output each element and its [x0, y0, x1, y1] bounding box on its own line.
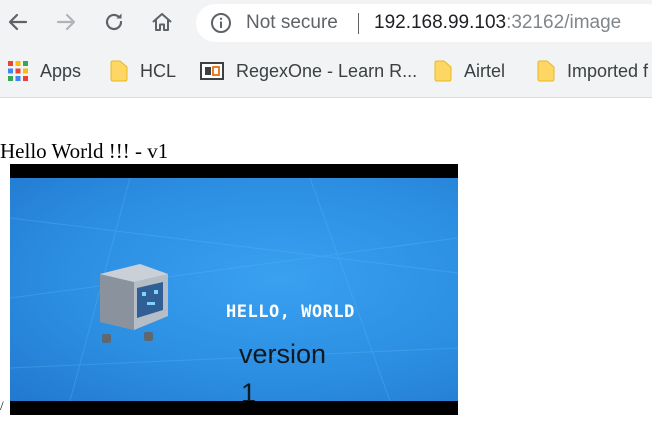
- bookmark-label: HCL: [140, 60, 177, 81]
- bookmark-hcl[interactable]: HCL: [110, 59, 176, 83]
- address-separator: [358, 13, 359, 34]
- page-heading: Hello World !!! - v1: [0, 139, 169, 163]
- back-button[interactable]: [2, 6, 34, 38]
- folder-icon: [110, 60, 128, 82]
- forward-arrow-icon: [56, 13, 76, 31]
- bookmark-apps[interactable]: Apps: [8, 59, 81, 83]
- stray-text: /: [0, 398, 4, 413]
- bookmark-label: Airtel: [464, 60, 506, 81]
- version-label: version: [239, 339, 327, 369]
- folder-icon: [434, 60, 452, 82]
- security-label[interactable]: Not secure: [246, 12, 338, 34]
- bookmark-imported[interactable]: Imported f: [537, 59, 648, 83]
- info-icon[interactable]: [210, 12, 232, 34]
- address-bar[interactable]: Not secure 192.168.99.103:32162/image: [196, 4, 652, 42]
- image-screen: HELLO, WORLD version 1: [10, 178, 458, 401]
- bookmark-label: RegexOne - Learn R...: [236, 60, 418, 81]
- url-host: 192.168.99.103: [374, 12, 507, 33]
- bookmark-airtel[interactable]: Airtel: [434, 59, 505, 83]
- browser-toolbar: Not secure 192.168.99.103:32162/image: [0, 0, 652, 46]
- hello-world-image: HELLO, WORLD version 1: [10, 164, 458, 415]
- apps-grid-icon: [8, 61, 28, 81]
- reload-button[interactable]: [98, 6, 130, 38]
- folder-icon: [537, 60, 555, 82]
- home-button[interactable]: [146, 6, 178, 38]
- bookmarks-bar: Apps HCL RegexOne - Learn R... Airtel Im…: [0, 46, 652, 98]
- reload-icon: [105, 13, 123, 31]
- forward-button[interactable]: [50, 6, 82, 38]
- version-number: 1: [241, 378, 257, 401]
- grid-lines: [10, 178, 458, 401]
- url-text[interactable]: 192.168.99.103:32162/image: [374, 12, 621, 34]
- bookmark-regexone[interactable]: RegexOne - Learn R...: [200, 59, 417, 83]
- robot-cube-icon: [100, 264, 168, 343]
- regexone-favicon: [200, 62, 224, 80]
- bookmark-label: Imported f: [567, 60, 649, 81]
- hello-world-text: HELLO, WORLD: [226, 302, 355, 322]
- home-icon: [152, 13, 172, 31]
- bookmark-label: Apps: [40, 60, 82, 81]
- back-arrow-icon: [8, 13, 28, 31]
- url-path: :32162/image: [506, 12, 622, 33]
